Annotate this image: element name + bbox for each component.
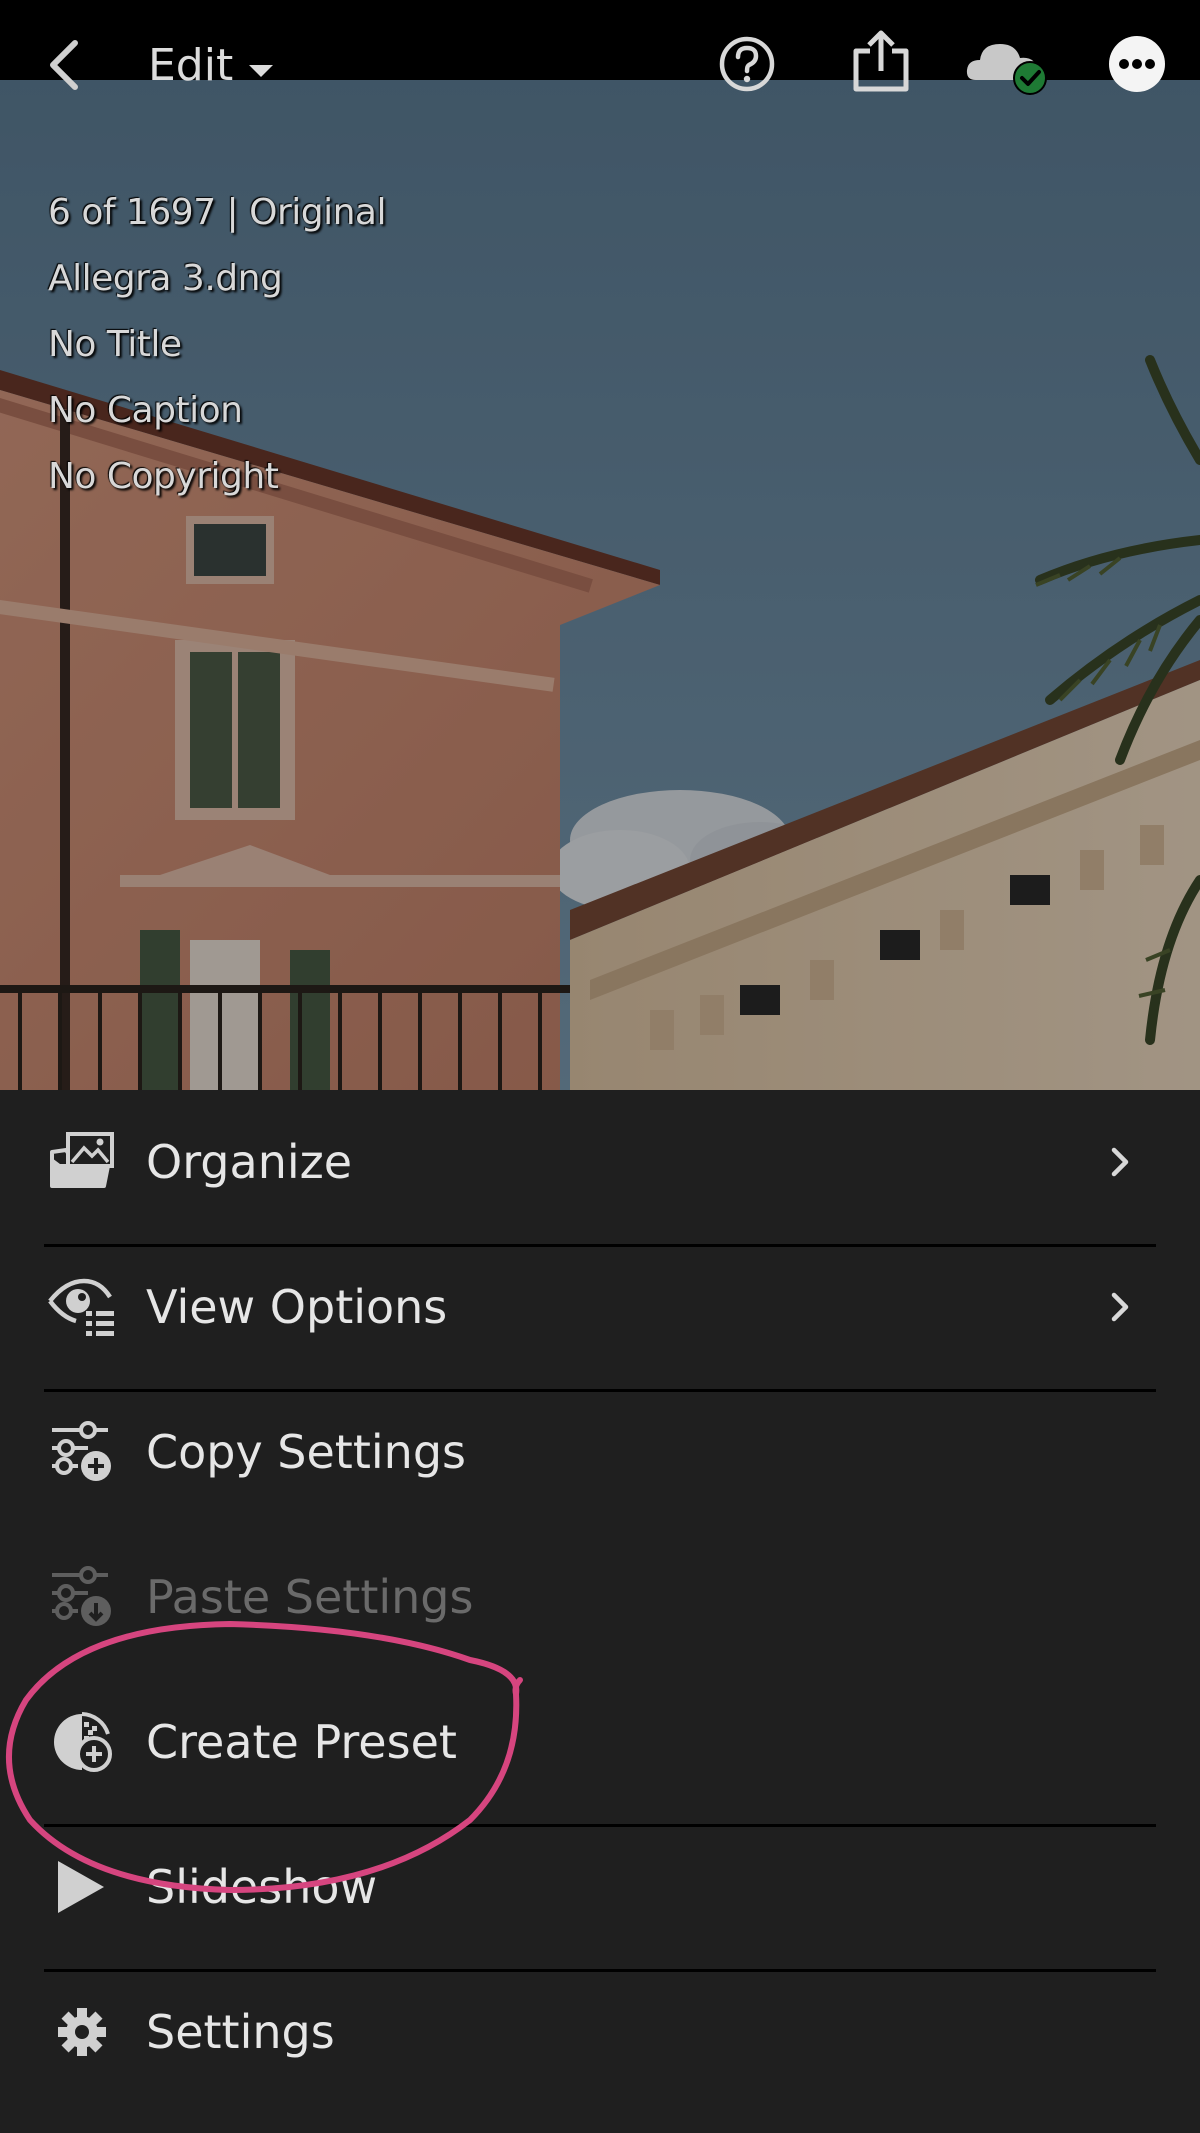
- menu-item-organize[interactable]: Organize: [0, 1090, 1200, 1234]
- create-preset-icon: [54, 1712, 112, 1772]
- menu-item-slideshow[interactable]: Slideshow: [0, 1815, 1200, 1959]
- photo-info-overlay: 6 of 1697 | Original Allegra 3.dng No Ti…: [48, 180, 387, 510]
- more-icon: [1109, 36, 1165, 92]
- chevron-right-icon: [1111, 1292, 1129, 1322]
- more-options-button[interactable]: [1106, 33, 1168, 95]
- menu-item-label: Paste Settings: [146, 1570, 474, 1624]
- back-button[interactable]: [40, 30, 90, 100]
- gear-icon: [58, 2008, 106, 2056]
- copy-settings-icon: [52, 1421, 111, 1481]
- cloud-sync-button[interactable]: [964, 34, 1064, 96]
- view-options-icon: [48, 1278, 114, 1336]
- menu-item-label: Copy Settings: [146, 1425, 466, 1479]
- menu-item-label: Organize: [146, 1135, 353, 1189]
- photo-filename: Allegra 3.dng: [48, 258, 283, 299]
- caret-down-icon: [247, 40, 275, 91]
- help-icon: [719, 36, 775, 92]
- paste-settings-icon: [52, 1566, 111, 1626]
- play-icon: [58, 1861, 104, 1913]
- photo-position: 6 of 1697 | Original: [48, 192, 387, 233]
- share-icon: [853, 30, 909, 92]
- organize-icon: [50, 1132, 114, 1188]
- menu-item-settings[interactable]: Settings: [0, 1960, 1200, 2104]
- chevron-right-icon: [1111, 1147, 1129, 1177]
- photo-copyright: No Copyright: [48, 456, 279, 497]
- app-screen: Edit 6 of 1697 | Original Allegra 3.dng …: [0, 0, 1200, 2133]
- edit-mode-dropdown[interactable]: Edit: [148, 30, 275, 100]
- menu-item-label: Create Preset: [146, 1715, 457, 1769]
- top-bar: Edit: [0, 0, 1200, 95]
- menu-item-label: Settings: [146, 2005, 335, 2059]
- help-button[interactable]: [716, 33, 778, 95]
- back-arrow-icon: [50, 40, 78, 90]
- edit-mode-label: Edit: [148, 39, 234, 91]
- cloud-synced-icon: [966, 44, 1047, 95]
- menu-item-label: View Options: [146, 1280, 448, 1334]
- menu-item-paste-settings: Paste Settings: [0, 1525, 1200, 1669]
- photo-preview[interactable]: 6 of 1697 | Original Allegra 3.dng No Ti…: [0, 80, 1200, 1090]
- menu-item-view-options[interactable]: View Options: [0, 1235, 1200, 1379]
- menu-item-copy-settings[interactable]: Copy Settings: [0, 1380, 1200, 1524]
- menu-item-create-preset[interactable]: Create Preset: [0, 1670, 1200, 1814]
- photo-title: No Title: [48, 324, 182, 365]
- options-menu: Organize View Options Copy Settings Past…: [0, 1090, 1200, 2133]
- photo-caption: No Caption: [48, 390, 243, 431]
- menu-item-label: Slideshow: [146, 1860, 378, 1914]
- share-button[interactable]: [846, 26, 916, 98]
